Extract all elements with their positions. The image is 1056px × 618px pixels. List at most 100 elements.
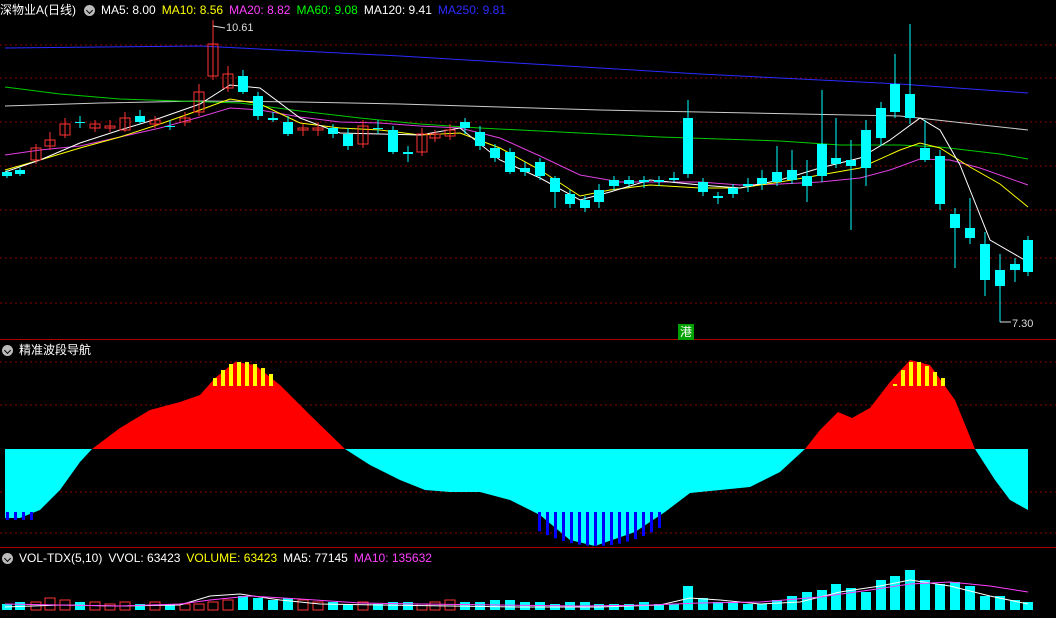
volume-bar [890,576,900,610]
price-panel[interactable]: 深物业A(日线) MA5: 8.00 MA10: 8.56 MA20: 8.82… [0,0,1056,340]
candlestick [30,144,42,164]
volume-bar [980,596,990,610]
candlestick [980,232,990,296]
signal-bar [634,512,637,540]
candlestick [460,118,470,134]
signal-bar [893,384,897,386]
volume-bar [905,570,915,610]
chevron-down-icon[interactable] [2,552,13,564]
volume-bar [935,584,945,610]
ma5-label: MA5: 8.00 [101,3,156,17]
signal-bar [6,512,9,520]
indicator-legend: 精准波段导航 [0,340,91,360]
candlestick [654,176,664,186]
indicator-title: 精准波段导航 [19,343,92,357]
signal-bar [602,512,605,546]
volume-bar [104,603,116,611]
wave-red-area-left [92,362,345,449]
high-price-mark: 10.61 [226,22,254,34]
signal-bar [213,378,217,386]
wave-cyan-area-right [975,449,1028,510]
signal-bar [221,370,225,386]
high-mark-arrow [212,25,226,29]
vol-ma5-label: MA5: 77145 [283,551,348,565]
candlestick [297,124,309,136]
signal-bar [610,512,613,545]
candlestick [253,92,263,120]
signal-bar [901,370,905,386]
signal-bar [650,512,653,533]
volume-bar [328,602,338,610]
candlestick [2,170,12,178]
candlestick [312,122,324,136]
signal-bar [925,366,929,386]
signal-bar [578,512,581,545]
signal-bar [237,362,241,386]
hk-connect-badge[interactable]: 港 [678,324,694,340]
candlestick [624,176,634,186]
volume-bar [149,601,161,611]
signal-bar [554,512,557,539]
volume-bar [75,602,85,610]
volume-bar [743,604,753,610]
indicator-panel[interactable]: 精准波段导航 [0,340,1056,548]
signal-bar [626,512,629,542]
volume-bar [669,604,679,610]
signal-bar [909,362,913,386]
vol-ma5-line [4,579,1029,608]
low-price-mark: 7.30 [1012,318,1033,330]
price-chart[interactable]: 10.61 7.30 [0,0,1056,340]
wave-indicator-chart[interactable] [0,340,1056,548]
wave-cyan-area-mid [345,449,805,546]
volume-legend: VOL-TDX(5,10) VVOL: 63423 VOLUME: 63423 … [0,548,432,568]
signal-bar [229,364,233,386]
candlestick [905,24,915,124]
candlestick [935,150,945,210]
volume-bar [44,597,56,611]
signal-bar [261,368,265,386]
volume-label: VOLUME: 63423 [186,551,278,565]
volume-bar [268,600,278,610]
volume-panel[interactable]: VOL-TDX(5,10) VVOL: 63423 VOLUME: 63423 … [0,548,1056,618]
ma60-line [4,86,1029,160]
candlestick [698,178,708,196]
signal-bar [941,378,945,386]
candlestick [817,90,827,182]
candlestick [44,132,56,150]
candlestick [388,126,398,154]
ma20-label: MA20: 8.82 [229,3,291,17]
signal-bar [253,364,257,386]
candlestick [59,118,71,138]
volume-bar [698,598,708,610]
volume-bar [965,586,975,610]
signal-bar [245,362,249,386]
candlestick [787,150,797,184]
candlestick [343,128,353,150]
signal-bar [594,512,597,546]
signal-bar [917,362,921,386]
candlestick [743,178,753,192]
signal-bar [538,512,541,532]
chevron-down-icon[interactable] [84,4,95,16]
signal-bar [30,512,33,520]
candlestick [728,184,738,198]
price-legend: 深物业A(日线) MA5: 8.00 MA10: 8.56 MA20: 8.82… [0,0,506,20]
candlestick [238,70,248,94]
wave-cyan-area-left [5,449,92,518]
candlestick [15,168,25,176]
volume-bar [238,596,248,610]
candlestick [757,170,767,190]
signal-bar [586,512,589,546]
volume-bar [193,603,205,611]
ma250-label: MA250: 9.81 [437,3,506,17]
candlestick [846,140,856,230]
chevron-down-icon[interactable] [2,344,13,356]
candlestick [965,198,975,244]
volume-bar [831,584,841,610]
volume-bar [757,604,767,610]
volume-bar [520,602,530,610]
signal-bar [14,512,17,520]
signal-bar [933,372,937,386]
ma10-label: MA10: 8.56 [161,3,224,17]
volume-bar [876,580,886,610]
